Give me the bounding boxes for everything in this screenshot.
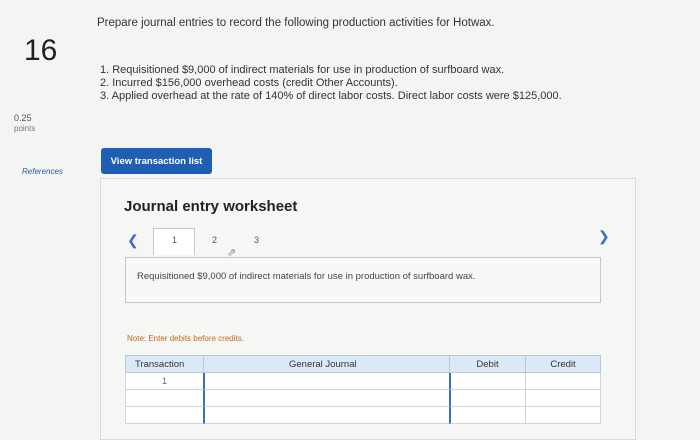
table-header: Transaction General Journal Debit Credit [125, 355, 601, 373]
journal-entry-worksheet: Journal entry worksheet ❮ 1 2 3 ⇗ ❯ Requ… [100, 178, 636, 440]
activity-item: 2. Incurred $156,000 overhead costs (cre… [100, 77, 398, 89]
debit-input[interactable] [449, 407, 525, 424]
table-row [125, 407, 601, 424]
page-tab-2[interactable]: 2 [212, 235, 217, 245]
credit-input[interactable] [525, 407, 601, 424]
account-select[interactable] [203, 373, 449, 390]
transaction-description-box: Requisitioned $9,000 of indirect materia… [125, 257, 601, 303]
general-journal-table: Transaction General Journal Debit Credit… [125, 355, 601, 424]
column-header-debit: Debit [449, 355, 525, 373]
credit-input[interactable] [525, 390, 601, 407]
question-prompt: Prepare journal entries to record the fo… [97, 17, 495, 29]
debit-input[interactable] [449, 390, 525, 407]
account-select[interactable] [203, 390, 449, 407]
debits-credits-note: Note: Enter debits before credits. [127, 334, 244, 343]
transaction-cell: 1 [125, 373, 203, 390]
table-row: 1 [125, 373, 601, 390]
transaction-description: Requisitioned $9,000 of indirect materia… [137, 271, 476, 282]
debit-input[interactable] [449, 373, 525, 390]
credit-input[interactable] [525, 373, 601, 390]
points-label: points [14, 124, 36, 133]
page-tab-1[interactable]: 1 [172, 235, 177, 245]
column-header-credit: Credit [525, 355, 601, 373]
worksheet-title: Journal entry worksheet [124, 198, 298, 215]
question-number: 16 [24, 34, 58, 67]
column-header-general-journal: General Journal [203, 355, 449, 373]
points-value: 0.25 [14, 113, 32, 123]
view-transaction-list-button[interactable]: View transaction list [101, 148, 212, 174]
chevron-left-icon[interactable]: ❮ [127, 232, 139, 249]
transaction-cell [125, 407, 203, 424]
references-link[interactable]: References [22, 167, 63, 176]
table-row [125, 390, 601, 407]
activity-list: 1. Requisitioned $9,000 of indirect mate… [100, 64, 562, 103]
activity-item: 3. Applied overhead at the rate of 140% … [100, 90, 562, 102]
column-header-transaction: Transaction [125, 355, 203, 373]
account-select[interactable] [203, 407, 449, 424]
page-tab-3[interactable]: 3 [254, 235, 259, 245]
chevron-right-icon[interactable]: ❯ [598, 228, 610, 245]
activity-item: 1. Requisitioned $9,000 of indirect mate… [100, 64, 505, 76]
transaction-cell [125, 390, 203, 407]
